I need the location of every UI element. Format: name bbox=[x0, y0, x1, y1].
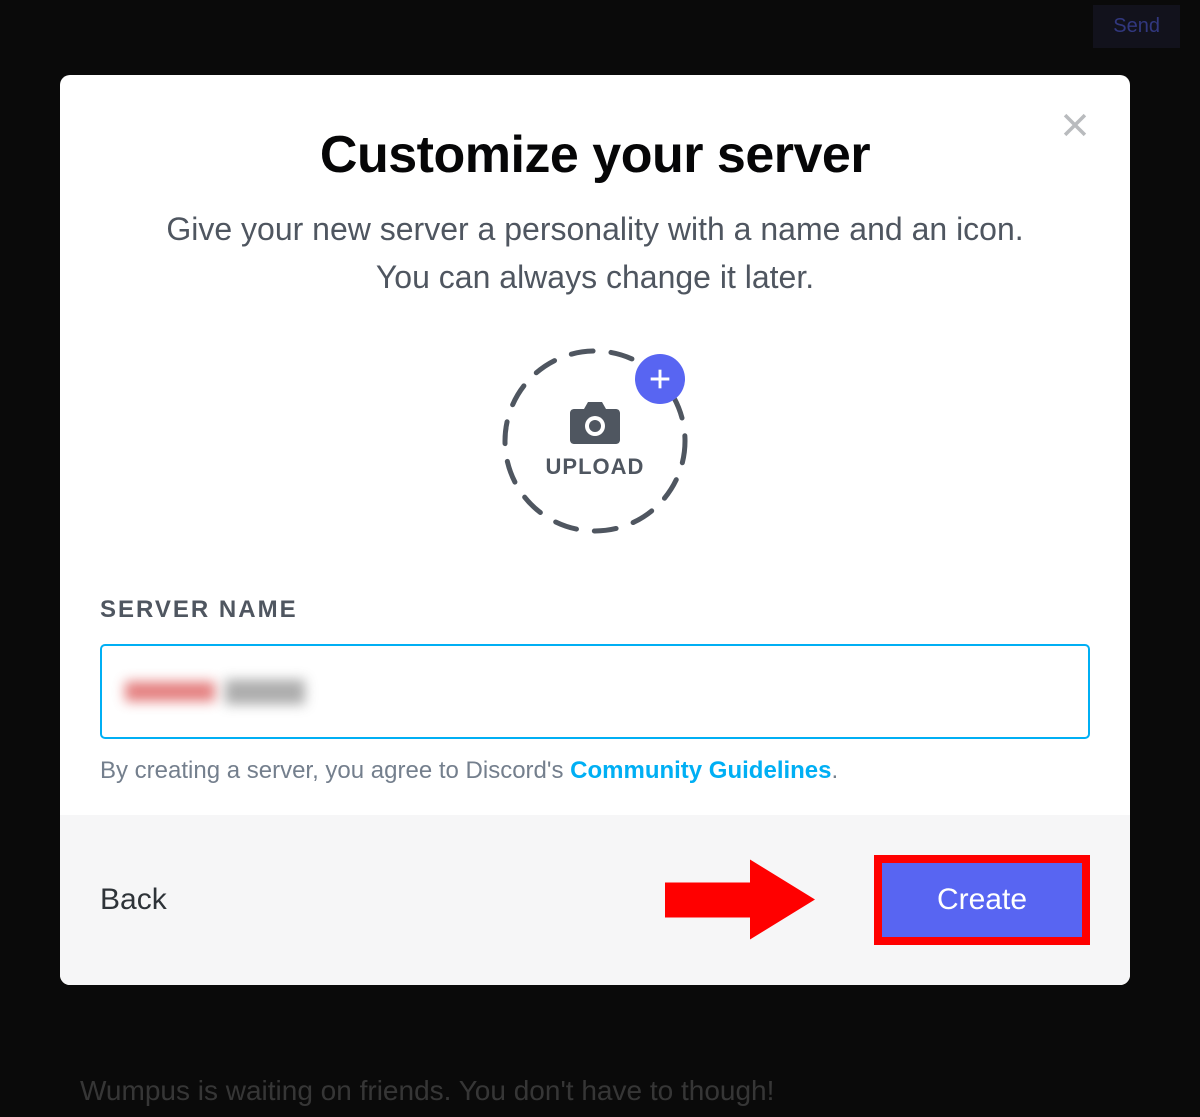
modal-title: Customize your server bbox=[100, 125, 1090, 185]
close-icon bbox=[1058, 108, 1092, 142]
plus-badge bbox=[635, 354, 685, 404]
arrow-annotation-icon bbox=[665, 858, 815, 943]
modal-subtitle: Give your new server a personality with … bbox=[160, 205, 1030, 301]
back-button[interactable]: Back bbox=[100, 883, 167, 917]
community-guidelines-link[interactable]: Community Guidelines bbox=[570, 757, 831, 784]
server-name-input-wrapper bbox=[100, 644, 1090, 739]
modal-body: Customize your server Give your new serv… bbox=[60, 75, 1130, 815]
customize-server-modal: Customize your server Give your new serv… bbox=[60, 75, 1130, 985]
server-name-label: SERVER NAME bbox=[100, 596, 1090, 624]
server-name-input[interactable] bbox=[100, 644, 1090, 739]
close-button[interactable] bbox=[1055, 105, 1095, 145]
tos-suffix: . bbox=[832, 757, 839, 784]
modal-footer: Back Create bbox=[60, 815, 1130, 985]
create-button[interactable]: Create bbox=[882, 863, 1082, 937]
create-button-highlight: Create bbox=[874, 855, 1090, 945]
upload-icon-button[interactable]: UPLOAD bbox=[500, 346, 690, 536]
tos-prefix: By creating a server, you agree to Disco… bbox=[100, 757, 570, 784]
background-wumpus-text: Wumpus is waiting on friends. You don't … bbox=[80, 1075, 774, 1107]
tos-text: By creating a server, you agree to Disco… bbox=[100, 757, 1090, 785]
plus-icon bbox=[646, 365, 674, 393]
background-send-button: Send bbox=[1093, 5, 1180, 48]
